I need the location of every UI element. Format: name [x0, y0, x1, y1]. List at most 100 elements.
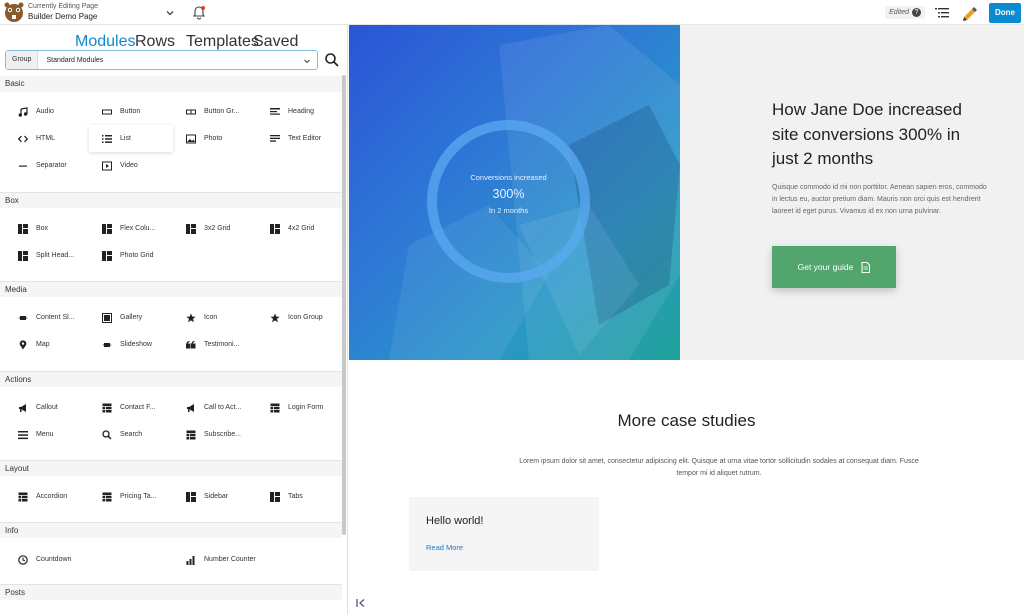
done-button[interactable]: Done [989, 2, 1021, 23]
module-label: Call to Act... [204, 404, 242, 411]
section-media[interactable]: Media [0, 281, 342, 297]
tab-templates[interactable]: Templates [186, 33, 259, 51]
module-label: Menu [36, 431, 54, 438]
slider-icon [18, 313, 28, 323]
section-layout[interactable]: Layout [0, 460, 342, 476]
help-icon[interactable]: ? [912, 8, 921, 17]
module-box[interactable]: Box [18, 215, 48, 242]
top-bar: Currently Editing Page Builder Demo Page… [0, 0, 1024, 25]
module-label: Accordion [36, 493, 68, 500]
module-pricing-table[interactable]: Pricing Ta... [102, 483, 156, 510]
module-label: Callout [36, 404, 58, 411]
case-studies-paragraph[interactable]: Lorem ipsum dolor sit amet, consectetur … [519, 456, 919, 480]
section-box[interactable]: Box [0, 192, 342, 208]
panel-scrollbar[interactable] [342, 75, 346, 535]
module-video[interactable]: Video [102, 152, 138, 179]
page-switcher[interactable]: Currently Editing Page Builder Demo Page [28, 2, 98, 22]
module-button[interactable]: Button [102, 98, 140, 125]
module-flex-columns[interactable]: Flex Colu... [102, 215, 155, 242]
module-testimonials[interactable]: Testimoni... [186, 331, 239, 358]
module-label: Audio [36, 108, 54, 115]
tab-rows[interactable]: Rows [135, 33, 175, 51]
module-icon-group[interactable]: Icon Group [270, 304, 323, 331]
module-label: Map [36, 341, 50, 348]
ring-value: 300% [492, 187, 525, 201]
section-info[interactable]: Info [0, 522, 342, 538]
module-photo-grid[interactable]: Photo Grid [102, 242, 153, 269]
module-label: Gallery [120, 314, 143, 321]
tab-saved[interactable]: Saved [253, 33, 298, 51]
module-label: Sidebar [204, 493, 229, 500]
module-label: 4x2 Grid [288, 225, 315, 232]
hero-paragraph[interactable]: Quisque commodo id mi non porttitor. Aen… [772, 182, 994, 218]
module-label: Separator [36, 162, 67, 169]
module-sidebar[interactable]: Sidebar [186, 483, 228, 510]
module-search[interactable]: Search [102, 421, 142, 448]
outline-list-icon[interactable] [933, 4, 951, 22]
read-more-link[interactable]: Read More [426, 543, 463, 552]
module-icon[interactable]: Icon [186, 304, 217, 331]
module-subscribe[interactable]: Subscribe... [186, 421, 241, 448]
module-list[interactable]: List [89, 125, 173, 152]
post-card[interactable]: Hello world! Read More [409, 497, 599, 571]
layout-icon [186, 223, 196, 234]
list-icon [102, 134, 112, 144]
module-contact-form[interactable]: Contact F... [102, 394, 155, 421]
group-select[interactable]: Group Standard Modules [5, 50, 318, 70]
section-basic[interactable]: Basic [0, 76, 342, 92]
edited-label: Edited [889, 9, 909, 16]
module-separator[interactable]: Separator [18, 152, 67, 179]
module-countdown[interactable]: Countdown [18, 546, 71, 573]
hero-image[interactable]: Conversions increased 300% In 2 months [349, 25, 680, 360]
post-title[interactable]: Hello world! [426, 515, 483, 527]
pencil-ruler-icon[interactable] [961, 4, 979, 22]
module-map[interactable]: Map [18, 331, 50, 358]
star-icon [270, 313, 280, 323]
module-photo[interactable]: Photo [186, 125, 222, 152]
case-studies-heading[interactable]: More case studies [349, 411, 1024, 431]
module-split-header[interactable]: Split Head... [18, 242, 74, 269]
form-table-icon [18, 492, 28, 502]
collapse-panel-icon[interactable] [355, 596, 367, 608]
image-icon [186, 134, 196, 144]
section-posts[interactable]: Posts [0, 584, 342, 600]
hero-heading[interactable]: How Jane Doe increased site conversions … [772, 98, 987, 172]
module-audio[interactable]: Audio [18, 98, 54, 125]
module-slideshow[interactable]: Slideshow [102, 331, 152, 358]
module-number-counter[interactable]: Number Counter [186, 546, 256, 573]
module-accordion[interactable]: Accordion [18, 483, 67, 510]
edited-status[interactable]: Edited ? [885, 6, 925, 19]
search-icon[interactable] [324, 52, 340, 68]
form-table-icon [186, 430, 196, 440]
tab-modules[interactable]: Modules [75, 33, 135, 51]
module-4x2-grid[interactable]: 4x2 Grid [270, 215, 314, 242]
module-heading[interactable]: Heading [270, 98, 314, 125]
megaphone-icon [186, 403, 196, 413]
module-call-to-action[interactable]: Call to Act... [186, 394, 241, 421]
module-label: Contact F... [120, 404, 156, 411]
module-menu[interactable]: Menu [18, 421, 54, 448]
module-text-editor[interactable]: Text Editor [270, 125, 321, 152]
megaphone-icon [18, 403, 28, 413]
notifications-bell-icon[interactable] [192, 4, 206, 20]
module-login-form[interactable]: Login Form [270, 394, 323, 421]
module-tabs[interactable]: Tabs [270, 483, 303, 510]
group-label: Group [6, 51, 39, 69]
get-guide-button[interactable]: Get your guide [772, 246, 896, 288]
module-3x2-grid[interactable]: 3x2 Grid [186, 215, 230, 242]
module-callout[interactable]: Callout [18, 394, 58, 421]
chevron-down-icon [304, 59, 310, 64]
module-content-slider[interactable]: Content Sl... [18, 304, 75, 331]
module-gallery[interactable]: Gallery [102, 304, 142, 331]
group-value: Standard Modules [46, 56, 104, 64]
module-label: Text Editor [288, 135, 322, 142]
quote-icon [186, 340, 196, 350]
star-icon [186, 313, 196, 323]
module-label: Box [36, 225, 49, 232]
module-html[interactable]: HTML [18, 125, 55, 152]
form-table-icon [102, 492, 112, 502]
chevron-down-icon[interactable] [164, 6, 176, 18]
module-button-group[interactable]: Button Gr... [186, 98, 239, 125]
section-actions[interactable]: Actions [0, 371, 342, 387]
module-label: Video [120, 162, 138, 169]
